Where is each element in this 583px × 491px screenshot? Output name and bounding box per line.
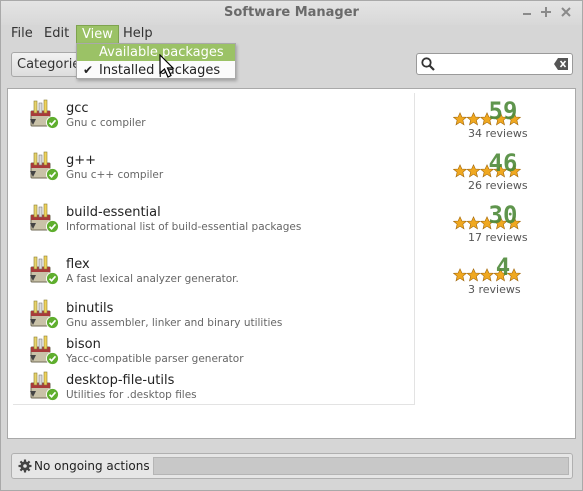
star-icon: [453, 216, 468, 230]
view-menu-dropdown: Available packages ✔ Installed packages: [76, 43, 236, 79]
review-count: 34 reviews: [468, 127, 528, 140]
rating-score: 30: [488, 201, 518, 229]
review-count: 26 reviews: [468, 179, 528, 192]
package-row[interactable]: gcc Gnu c compiler 59 34 reviews: [8, 97, 575, 147]
star-icon: [453, 268, 468, 282]
menu-view[interactable]: View: [76, 25, 119, 45]
star-icon: [466, 216, 481, 230]
minimize-button[interactable]: [519, 4, 535, 20]
package-description: Yacc-compatible parser generator: [66, 353, 244, 365]
installed-check-icon: [46, 352, 59, 365]
package-description: Utilities for .desktop files: [66, 389, 197, 401]
rating-score: 46: [488, 149, 518, 177]
star-icon: [466, 164, 481, 178]
package-name: g++: [66, 153, 97, 168]
package-name: flex: [66, 257, 90, 272]
package-description: Informational list of build-essential pa…: [66, 221, 302, 233]
gear-icon: [18, 459, 32, 473]
software-manager-window: Software Manager File Edit View Help Cat…: [0, 0, 583, 491]
menu-item-installed-packages[interactable]: ✔ Installed packages: [77, 62, 235, 79]
menu-item-available-packages[interactable]: Available packages: [77, 44, 235, 61]
review-count: 17 reviews: [468, 231, 528, 244]
close-icon: [561, 7, 571, 17]
package-row[interactable]: bison Yacc-compatible parser generator: [8, 335, 575, 369]
status-text: No ongoing actions: [34, 459, 150, 473]
installed-check-icon: [46, 116, 59, 129]
rating: 59: [453, 97, 523, 129]
installed-check-icon: [46, 168, 59, 181]
window-title: Software Manager: [224, 5, 359, 20]
minimize-icon: [523, 13, 531, 15]
package-name: bison: [66, 337, 101, 352]
progress-bar: [153, 457, 569, 475]
package-row[interactable]: build-essential Informational list of bui…: [8, 201, 575, 251]
close-button[interactable]: [558, 4, 574, 20]
star-icon: [453, 164, 468, 178]
menu-file[interactable]: File: [6, 25, 38, 45]
search-input[interactable]: [439, 55, 549, 73]
menu-help[interactable]: Help: [118, 25, 158, 45]
menu-bar: File Edit View Help: [1, 25, 582, 45]
package-name: desktop-file-utils: [66, 373, 175, 388]
status-bar: No ongoing actions: [11, 453, 573, 479]
rating: 46: [453, 149, 523, 181]
maximize-icon: [541, 7, 551, 17]
package-description: Gnu c compiler: [66, 117, 146, 129]
star-icon: [466, 268, 481, 282]
installed-check-icon: [46, 388, 59, 401]
mouse-pointer-icon: [159, 54, 175, 78]
package-list[interactable]: gcc Gnu c compiler 59 34 reviews g++ Gnu c++ …: [7, 88, 576, 439]
clear-search-icon[interactable]: [553, 57, 569, 71]
categories-button[interactable]: Categories: [11, 52, 81, 77]
rating-score: 4: [495, 253, 511, 281]
package-name: gcc: [66, 101, 89, 116]
installed-check-icon: [46, 272, 59, 285]
package-row[interactable]: binutils Gnu assembler, linker and binary…: [8, 299, 575, 333]
rating-score: 59: [488, 97, 518, 125]
package-description: Gnu c++ compiler: [66, 169, 164, 181]
checkmark-icon: ✔: [83, 63, 94, 77]
package-description: A fast lexical analyzer generator.: [66, 273, 239, 285]
title-bar[interactable]: Software Manager: [1, 1, 582, 25]
package-description: Gnu assembler, linker and binary utiliti…: [66, 317, 283, 329]
star-icon: [453, 112, 468, 126]
search-box[interactable]: [416, 53, 573, 75]
maximize-button[interactable]: [538, 4, 554, 20]
installed-check-icon: [46, 220, 59, 233]
package-name: build-essential: [66, 205, 161, 220]
search-icon: [421, 57, 435, 71]
installed-check-icon: [46, 316, 59, 329]
menu-edit[interactable]: Edit: [39, 25, 74, 45]
package-row[interactable]: desktop-file-utils Utilities for .desktop…: [8, 371, 575, 405]
review-count: 3 reviews: [468, 283, 521, 296]
rating: 4: [453, 253, 523, 285]
package-row[interactable]: flex A fast lexical analyzer generator. 4 3…: [8, 253, 575, 303]
package-name: binutils: [66, 301, 114, 316]
star-icon: [466, 112, 481, 126]
rating: 30: [453, 201, 523, 233]
package-row[interactable]: g++ Gnu c++ compiler 46 26 reviews: [8, 149, 575, 199]
